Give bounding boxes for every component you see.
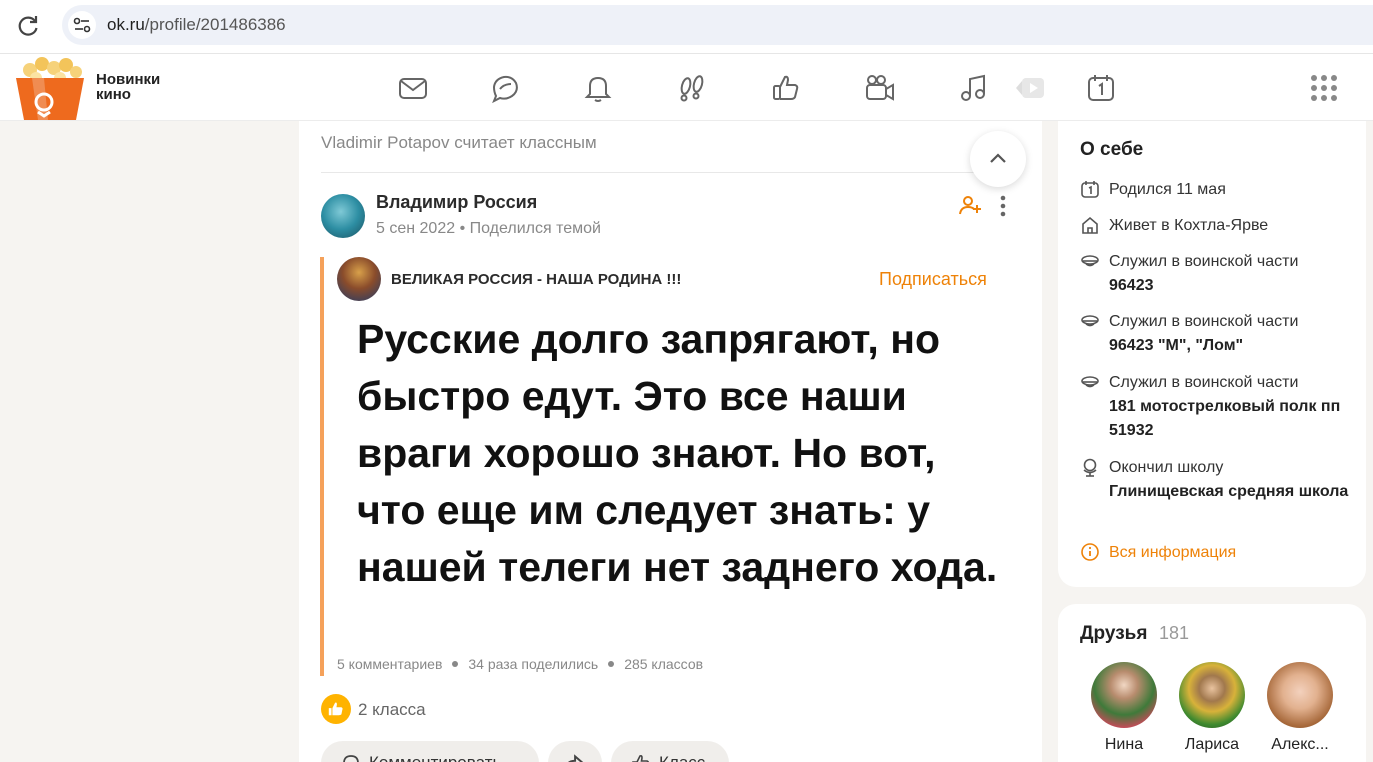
military-cap-icon [1081,315,1099,327]
like-badge-icon[interactable] [321,694,351,724]
notifications-icon[interactable] [580,70,616,106]
quote-text: Русские долго запрягают, но быстро едут.… [357,316,998,590]
scroll-to-top-button[interactable] [970,131,1026,187]
service-1-value[interactable]: 96423 [1109,277,1154,294]
friend-card[interactable]: Нина [1084,662,1164,754]
service-1-text: Служил в воинской части 96423 [1109,250,1354,298]
service-1-label: Служил в воинской части [1109,253,1299,270]
liker-text[interactable]: Vladimir Potapov считает классным [321,133,597,153]
post-stats: 5 комментариев 34 раза поделились 285 клас… [337,656,703,672]
discussions-icon[interactable] [488,70,524,106]
school-text: Окончил школу Глинищевская средняя школа [1109,456,1354,504]
author-avatar[interactable] [321,194,365,238]
friend-card[interactable]: Алекс... [1260,662,1340,754]
comments-count[interactable]: 5 комментариев [337,656,442,672]
author-name[interactable]: Владимир Россия [376,192,537,213]
shares-count[interactable]: 34 раза поделились [468,656,598,672]
media-icon[interactable] [1012,70,1048,106]
music-icon[interactable] [955,70,991,106]
chevron-up-icon [990,153,1006,163]
military-cap-icon [1081,376,1099,388]
about-panel: О себе Родился 11 мая Живет в Кохтла-Ярв… [1058,121,1366,587]
reload-icon[interactable] [14,12,42,40]
repost-accent-bar [320,257,324,676]
guests-icon[interactable] [674,70,710,106]
browser-toolbar: ok.ru/profile/201486386 [0,0,1373,54]
stats-dot [608,661,615,668]
service-3-label: Служил в воинской части [1109,374,1299,391]
globe-icon [1083,458,1097,477]
service-3-value[interactable]: 181 мотострелковый полк пп 51932 [1109,398,1340,439]
all-info-label[interactable]: Вся информация [1109,541,1354,565]
service-2-value[interactable]: 96423 "М", "Лом" [1109,337,1243,354]
like-count[interactable]: 2 класса [358,700,426,720]
friend-avatar[interactable] [1091,662,1157,728]
comment-icon [343,755,359,762]
promo-logo[interactable] [10,56,90,120]
more-options-icon[interactable] [993,193,1013,219]
friends-title[interactable]: Друзья [1080,623,1147,645]
like-label: Класс [659,753,705,762]
service-2-text: Служил в воинской части 96423 "М", "Лом" [1109,310,1354,358]
video-icon[interactable] [862,70,898,106]
subscribe-button[interactable]: Подписаться [879,269,987,290]
friends-count: 181 [1159,623,1190,643]
calendar-small-icon [1081,181,1099,198]
friend-card[interactable]: Лариса [1172,662,1252,754]
lives-text[interactable]: Живет в Кохтла-Ярве [1109,214,1354,238]
friend-name[interactable]: Нина [1084,736,1164,754]
share-button[interactable] [548,741,602,762]
like-button[interactable]: Класс [611,741,729,762]
friend-avatar[interactable] [1179,662,1245,728]
messages-icon[interactable] [395,70,431,106]
birthday-text: Родился 11 мая [1109,181,1226,198]
add-friend-icon[interactable] [958,193,982,217]
post-date[interactable]: 5 сен 2022 [376,220,455,237]
author-meta: 5 сен 2022 • Поделился темой [376,220,601,238]
site-settings-icon[interactable] [68,11,96,39]
about-title: О себе [1080,139,1144,160]
post-image[interactable]: Русские долго запрягают, но быстро едут.… [337,311,1019,643]
info-icon [1081,543,1099,561]
friend-name[interactable]: Алекс... [1260,736,1340,754]
group-avatar[interactable] [337,257,381,301]
url-text[interactable]: ok.ru/profile/201486386 [107,15,286,35]
promo-text[interactable]: Новинки кино [96,72,160,102]
events-icon[interactable] [768,70,804,106]
friend-avatar[interactable] [1267,662,1333,728]
service-2-label: Служил в воинской части [1109,313,1299,330]
friends-panel: Друзья 181 Нина Лариса Алекс... [1058,604,1366,762]
promo-line1: Новинки [96,71,161,88]
thumb-icon [632,754,649,762]
promo-line2: кино [96,86,131,103]
site-header: Новинки кино [0,54,1373,121]
apps-grid-icon[interactable] [1308,72,1340,104]
feed-post: Vladimir Potapov считает классным Владим… [299,121,1042,762]
friend-name[interactable]: Лариса [1172,736,1252,754]
school-value[interactable]: Глинищевская средняя школа [1109,483,1348,500]
divider [321,172,1021,173]
home-icon [1082,216,1098,234]
likes-count[interactable]: 285 классов [624,656,703,672]
comment-label: Комментировать [369,753,501,762]
group-name[interactable]: ВЕЛИКАЯ РОССИЯ - НАША РОДИНА !!! [391,271,681,288]
military-cap-icon [1081,255,1099,267]
calendar-icon[interactable] [1083,70,1119,106]
address-bar[interactable]: ok.ru/profile/201486386 [62,5,1373,45]
school-label: Окончил школу [1109,459,1224,476]
comment-button[interactable]: Комментировать [321,741,539,762]
share-icon [568,754,584,762]
meta-separator: • [459,220,470,237]
post-action: Поделился темой [469,220,601,237]
stats-dot [452,661,459,668]
service-3-text: Служил в воинской части 181 мотострелковы… [1109,371,1354,443]
